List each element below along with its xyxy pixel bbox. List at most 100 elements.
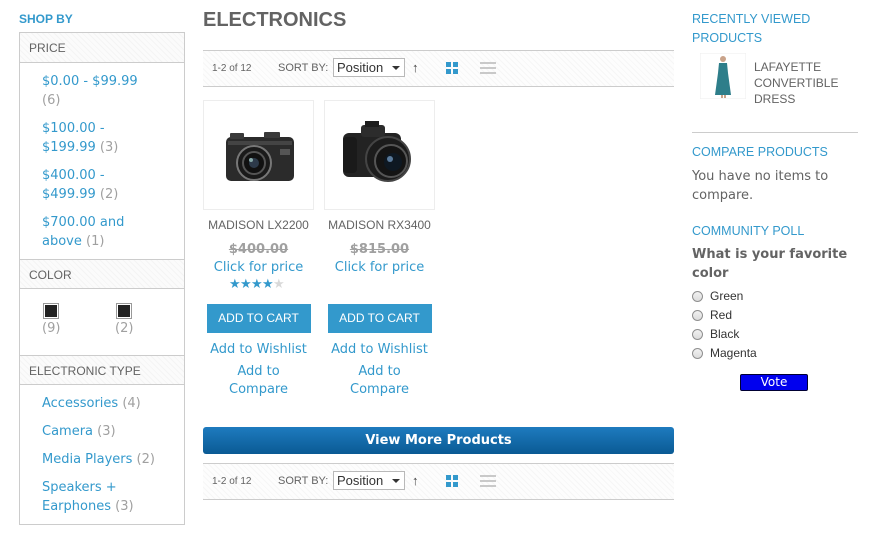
- filter-item-price[interactable]: $0.00 - $99.99 (6): [42, 72, 184, 110]
- grid-view-icon[interactable]: [446, 62, 458, 74]
- filter-item-label[interactable]: Earphones: [42, 499, 111, 514]
- recently-viewed-title-line2: PRODUCTS: [692, 31, 763, 45]
- radio-button[interactable]: [692, 348, 703, 359]
- add-to-compare-link[interactable]: Add to Compare: [324, 363, 435, 399]
- grid-view-icon[interactable]: [446, 475, 458, 487]
- filter-item-count: (3): [99, 140, 119, 155]
- radio-button[interactable]: [692, 310, 703, 321]
- shop-by-title: SHOP BY: [19, 12, 73, 26]
- product-old-price: $815.00: [349, 242, 410, 257]
- item-name-line2[interactable]: CONVERTIBLE: [754, 76, 838, 90]
- filter-item-count: (3): [115, 499, 134, 514]
- filter-item-label[interactable]: $0.00 - $99.99: [42, 74, 138, 89]
- swatch-black[interactable]: [43, 303, 59, 319]
- add-to-cart-button[interactable]: ADD TO CART: [327, 304, 432, 333]
- right-sidebar: RECENTLY VIEWED PRODUCTS LAFAYETTE CONVE…: [692, 10, 858, 391]
- filter-item-label[interactable]: $400.00 -: [42, 168, 105, 183]
- filter-item-label[interactable]: Accessories: [42, 396, 118, 411]
- radio-button[interactable]: [692, 329, 703, 340]
- filter-panel: PRICE $0.00 - $99.99 (6) $100.00 - $199.…: [19, 32, 185, 525]
- recently-viewed-item-name[interactable]: LAFAYETTE CONVERTIBLE DRESS: [754, 59, 838, 107]
- result-count: 1-2 of 12: [212, 476, 252, 487]
- poll-option[interactable]: Black: [692, 325, 858, 344]
- sort-direction-icon[interactable]: ↑: [412, 60, 419, 75]
- poll-option[interactable]: Green: [692, 287, 858, 306]
- poll-option-label: Red: [710, 308, 733, 322]
- vote-button[interactable]: Vote: [740, 374, 808, 391]
- poll-title: COMMUNITY POLL: [692, 224, 805, 238]
- filter-item-label[interactable]: $100.00 -: [42, 121, 105, 136]
- filter-item-label[interactable]: $199.99: [42, 140, 96, 155]
- sort-direction-icon[interactable]: ↑: [412, 473, 419, 488]
- add-to-wishlist-link[interactable]: Add to Wishlist: [324, 341, 435, 359]
- filter-item-count: (2): [99, 187, 119, 202]
- filter-item-label[interactable]: Speakers +: [42, 480, 117, 495]
- filter-item-count: (3): [97, 424, 116, 439]
- filter-title-price: PRICE: [20, 33, 184, 63]
- sort-select[interactable]: Position: [333, 471, 405, 490]
- color-swatch[interactable]: (2): [115, 303, 133, 336]
- recently-viewed-title: RECENTLY VIEWED PRODUCTS: [692, 10, 858, 48]
- view-more-products-button[interactable]: View More Products: [203, 427, 674, 454]
- add-to-wishlist-link[interactable]: Add to Wishlist: [203, 341, 314, 359]
- compare-block: COMPARE PRODUCTS You have no items to co…: [692, 143, 858, 205]
- chevron-down-icon: [392, 479, 400, 483]
- list-view-icon[interactable]: [480, 62, 496, 74]
- color-swatch[interactable]: (9): [42, 303, 60, 336]
- rating-stars: ★ ★ ★ ★ ★: [229, 277, 285, 292]
- product-thumbnail[interactable]: [699, 52, 747, 100]
- toolbar-bottom: 1-2 of 12 SORT BY: Position ↑: [203, 463, 674, 500]
- add-to-compare-line1[interactable]: Add to: [237, 364, 279, 379]
- filter-item-type[interactable]: Accessories (4): [42, 394, 184, 413]
- filter-item-price[interactable]: $700.00 and above (1): [42, 213, 184, 251]
- filter-item-count: (6): [42, 93, 61, 108]
- page-title: ELECTRONICS: [203, 9, 347, 31]
- color-swatches: (9) (2): [20, 289, 184, 355]
- chevron-down-icon: [392, 66, 400, 70]
- add-to-compare-line2[interactable]: Compare: [229, 382, 288, 397]
- filter-item-label[interactable]: Camera: [42, 424, 93, 439]
- poll-options: Green Red Black Magenta: [692, 287, 858, 363]
- add-to-compare-line2[interactable]: Compare: [350, 382, 409, 397]
- price-filter-list: $0.00 - $99.99 (6) $100.00 - $199.99 (3)…: [20, 63, 184, 259]
- sort-label: SORT BY:: [278, 475, 329, 487]
- filter-item-label[interactable]: Media Players: [42, 452, 132, 467]
- sort-label: SORT BY:: [278, 62, 329, 74]
- filter-item-label[interactable]: $700.00 and: [42, 215, 124, 230]
- radio-button[interactable]: [692, 291, 703, 302]
- compare-empty-text: You have no items to compare.: [692, 167, 858, 205]
- filter-item-label[interactable]: above: [42, 234, 82, 249]
- camera-dslr-icon: [343, 121, 411, 182]
- swatch-count: (2): [115, 321, 134, 336]
- click-for-price-link[interactable]: Click for price: [324, 260, 435, 275]
- item-name-line3[interactable]: DRESS: [754, 92, 795, 106]
- product-old-price: $400.00: [228, 242, 289, 257]
- poll-option-label: Black: [710, 327, 740, 341]
- filter-item-price[interactable]: $400.00 - $499.99 (2): [42, 166, 184, 204]
- result-count: 1-2 of 12: [212, 63, 252, 74]
- filter-item-type[interactable]: Media Players (2): [42, 450, 184, 469]
- product-image[interactable]: [203, 100, 314, 210]
- swatch-black[interactable]: [116, 303, 132, 319]
- filter-item-label[interactable]: $499.99: [42, 187, 96, 202]
- sort-select[interactable]: Position: [333, 58, 405, 77]
- add-to-cart-button[interactable]: ADD TO CART: [206, 304, 311, 333]
- filter-item-price[interactable]: $100.00 - $199.99 (3): [42, 119, 184, 157]
- filter-item-count: (1): [86, 234, 105, 249]
- product-name[interactable]: MADISON LX2200: [203, 218, 314, 234]
- click-for-price-link[interactable]: Click for price: [203, 260, 314, 275]
- filter-item-type[interactable]: Speakers + Earphones (3): [42, 478, 184, 516]
- add-to-compare-line1[interactable]: Add to: [358, 364, 400, 379]
- product-card: MADISON LX2200 $400.00 Click for price ★…: [203, 100, 314, 399]
- product-name[interactable]: MADISON RX3400: [324, 218, 435, 234]
- item-name-line1[interactable]: LAFAYETTE: [754, 60, 821, 74]
- compare-text-line2: compare.: [692, 188, 754, 203]
- filter-item-count: (2): [136, 452, 155, 467]
- poll-option[interactable]: Magenta: [692, 344, 858, 363]
- compare-text-line1: You have no items to: [692, 169, 829, 184]
- add-to-compare-link[interactable]: Add to Compare: [203, 363, 314, 399]
- list-view-icon[interactable]: [480, 475, 496, 487]
- product-image[interactable]: [324, 100, 435, 210]
- poll-option[interactable]: Red: [692, 306, 858, 325]
- filter-item-type[interactable]: Camera (3): [42, 422, 184, 441]
